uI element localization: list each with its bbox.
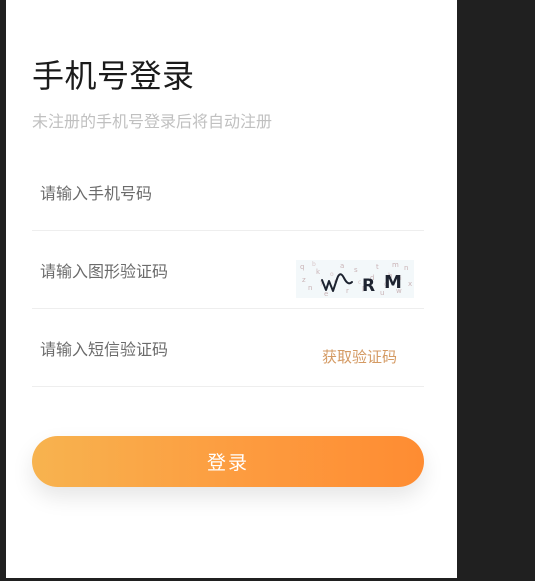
svg-text:b: b bbox=[312, 261, 316, 268]
svg-text:M: M bbox=[384, 272, 402, 293]
svg-text:e: e bbox=[324, 290, 328, 298]
svg-text:c: c bbox=[358, 279, 361, 286]
captcha-input[interactable] bbox=[40, 256, 290, 286]
phone-input[interactable] bbox=[40, 178, 290, 208]
login-panel: 手机号登录 未注册的手机号登录后将自动注册 qnk ear spt uhw nx… bbox=[6, 0, 457, 578]
captcha-noise: qnk ear spt uhw nxz fdm boc giy R M bbox=[300, 261, 412, 298]
get-code-button[interactable]: 获取验证码 bbox=[322, 346, 397, 368]
sms-code-input[interactable] bbox=[40, 334, 290, 364]
svg-text:a: a bbox=[340, 262, 344, 270]
svg-text:m: m bbox=[392, 261, 399, 269]
svg-text:R: R bbox=[362, 276, 375, 296]
svg-text:z: z bbox=[302, 276, 306, 284]
login-button[interactable]: 登录 bbox=[32, 436, 424, 487]
svg-text:n: n bbox=[308, 284, 312, 292]
svg-text:x: x bbox=[408, 280, 412, 288]
captcha-field-row: qnk ear spt uhw nxz fdm boc giy R M bbox=[32, 232, 424, 309]
svg-text:k: k bbox=[316, 268, 321, 276]
svg-text:s: s bbox=[354, 266, 358, 274]
page-title: 手机号登录 bbox=[32, 57, 195, 95]
page-subtitle: 未注册的手机号登录后将自动注册 bbox=[32, 112, 273, 131]
captcha-image[interactable]: qnk ear spt uhw nxz fdm boc giy R M bbox=[296, 260, 414, 298]
svg-text:n: n bbox=[404, 264, 408, 272]
svg-text:o: o bbox=[330, 271, 334, 278]
svg-text:q: q bbox=[300, 263, 304, 271]
phone-field-row bbox=[32, 154, 424, 231]
svg-text:t: t bbox=[376, 263, 379, 271]
sms-field-row: 获取验证码 bbox=[32, 310, 424, 387]
svg-text:r: r bbox=[346, 287, 349, 295]
